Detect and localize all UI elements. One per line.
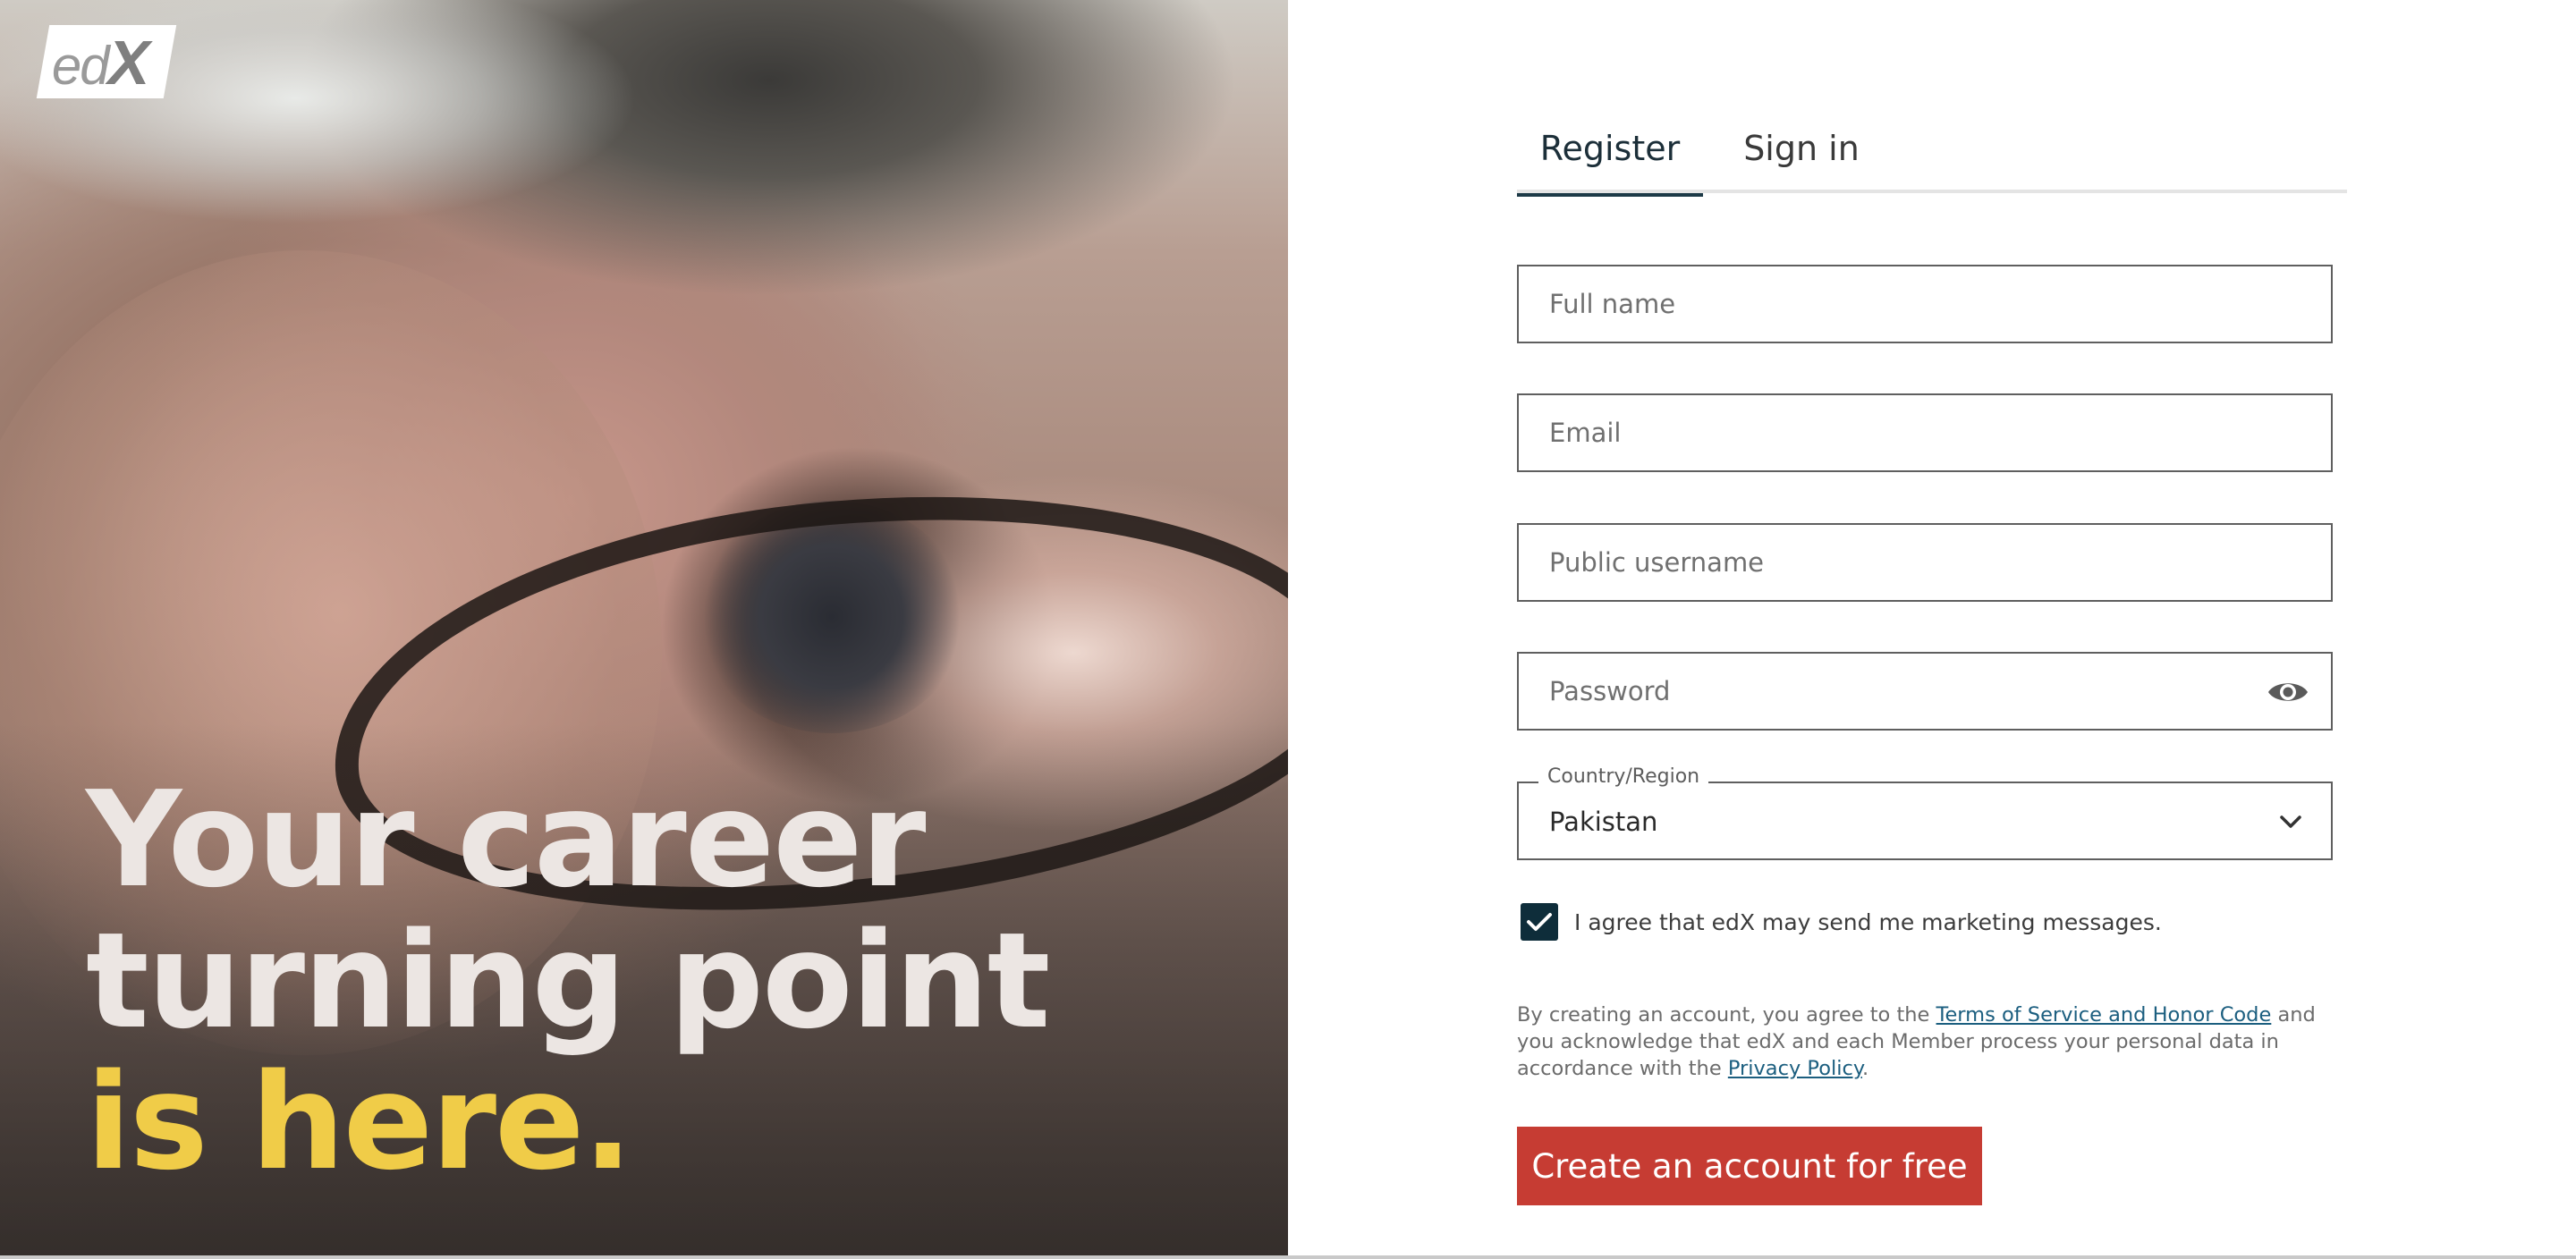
email-input[interactable]	[1519, 395, 2331, 470]
terms-link[interactable]: Terms of Service and Honor Code	[1936, 1003, 2272, 1027]
hero-headline: Your career turning point is here.	[86, 769, 1159, 1193]
chevron-down-icon	[2277, 810, 2304, 833]
full-name-field	[1517, 265, 2333, 343]
full-name-input[interactable]	[1519, 266, 2331, 342]
marketing-checkbox[interactable]	[1521, 903, 1558, 941]
legal-notice: By creating an account, you agree to the…	[1517, 1003, 2316, 1080]
checkmark-icon	[1527, 913, 1552, 931]
marketing-consent: I agree that edX may send me marketing m…	[1521, 903, 2162, 941]
window-bottom-edge	[0, 1255, 2576, 1259]
headline-line-3: is here.	[86, 1045, 633, 1199]
tab-sign-in[interactable]: Sign in	[1730, 125, 1873, 193]
country-label: Country/Region	[1538, 765, 1709, 788]
country-select[interactable]: Country/Region Pakistan	[1517, 765, 2333, 860]
edx-logo[interactable]: edX	[36, 25, 177, 98]
hero-image-panel: edX Your career turning point is here.	[0, 0, 1288, 1259]
headline-line-1: Your career	[86, 763, 926, 917]
country-value: Pakistan	[1549, 807, 1658, 837]
marketing-checkbox-label: I agree that edX may send me marketing m…	[1574, 908, 2162, 935]
username-input[interactable]	[1519, 525, 2331, 600]
registration-page: edX Your career turning point is here. R…	[0, 0, 2576, 1259]
eye-icon[interactable]	[2267, 677, 2309, 707]
headline-line-2: turning point	[86, 904, 1050, 1058]
email-field	[1517, 393, 2333, 472]
password-field	[1517, 652, 2333, 731]
auth-tabs: Register Sign in	[1517, 125, 2347, 197]
tab-register[interactable]: Register	[1517, 125, 1703, 197]
create-account-button[interactable]: Create an account for free	[1517, 1127, 1982, 1205]
password-input[interactable]	[1519, 654, 2331, 729]
username-field	[1517, 523, 2333, 602]
privacy-policy-link[interactable]: Privacy Policy	[1728, 1057, 1862, 1080]
